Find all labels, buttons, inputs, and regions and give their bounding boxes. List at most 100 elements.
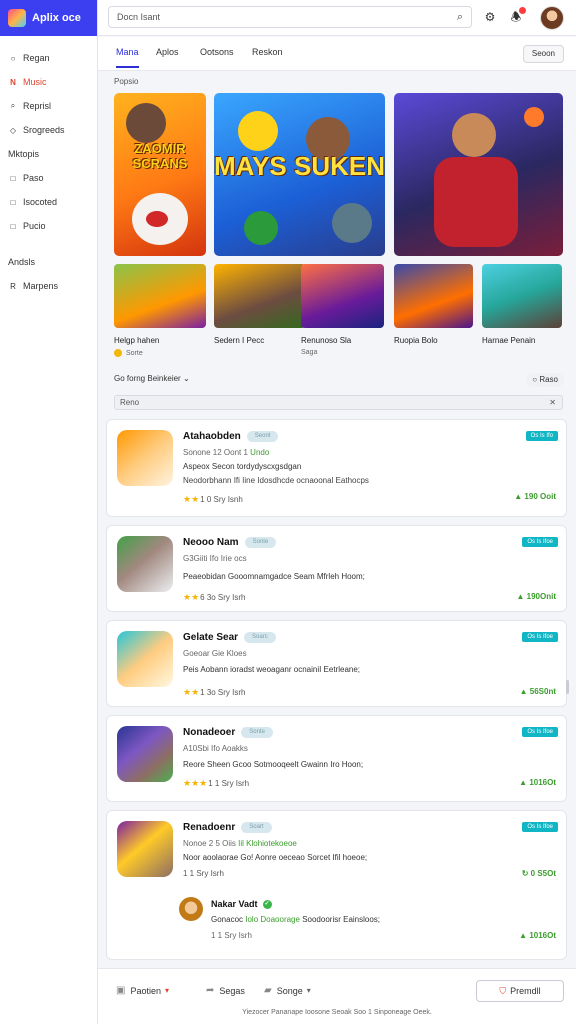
list-search-bar[interactable]: Reno ✕ — [114, 395, 563, 410]
list-item[interactable]: Neooo Nam Sonte G3Giiti Ifo Irie ocs Peae… — [106, 525, 567, 612]
tab-action-button[interactable]: Seoon — [522, 45, 564, 63]
download-count[interactable]: ▲ 190 Ooit — [514, 492, 556, 501]
brand-name: Aplix oce — [32, 12, 81, 24]
list-item[interactable]: Nonadeoer Sonte A10Sbi Ifo Aoakks Reore S… — [106, 715, 567, 802]
game-thumbnail — [394, 264, 473, 328]
rating: ★★ 1 0 Sry Isnh — [183, 494, 243, 505]
sidebar-nav: ○ Regan N Music ⌕ Reprisl ◇ Srogreeds Mk… — [0, 36, 97, 298]
sidebar-item-music[interactable]: N Music — [0, 70, 97, 94]
filter-label: Go forng Beinkeier — [114, 374, 181, 383]
tab-reskon[interactable]: Reskon — [252, 47, 283, 57]
bottom-action-label: Paotien — [130, 985, 161, 996]
sidebar-item-regan[interactable]: ○ Regan — [0, 46, 97, 70]
app-title-text: Gelate Sear — [183, 632, 239, 643]
list-item[interactable]: Atahaobden Seont Sonone 12 Oont 1 Undo As… — [106, 419, 567, 517]
bottom-bar: ▣ Paotien ▾ ➦ Segas ▰ Songe ▾ ⛉ Premdll Y… — [98, 968, 576, 1024]
notification-icon[interactable]: 🕭 — [508, 7, 526, 25]
rating-text: 1 1 Sry Isrh — [183, 869, 224, 878]
bottom-action-label: Segas — [219, 985, 245, 996]
featured-card-2[interactable]: MAYS SUKEN — [214, 93, 385, 256]
sidebar-item-marpens[interactable]: R Marpens — [0, 274, 97, 298]
reply-text-highlight: Iolo Doaoorage — [245, 915, 300, 924]
rating-text: 1 1 Sry Isrh — [208, 779, 250, 788]
settings-icon[interactable]: ⚙ — [482, 9, 498, 25]
list-item[interactable]: Renadoenr Soart Nonoe 2 5 Oiis Iil Klohio… — [106, 810, 567, 960]
thumb-icon: ▲ — [519, 687, 530, 696]
r-icon: R — [10, 281, 16, 291]
sidebar: Aplix oce ○ Regan N Music ⌕ Reprisl ◇ Sr… — [0, 0, 98, 1024]
app-meta: Goeoar Gie Kloes — [183, 649, 247, 658]
sidebar-item-label: Reprisl — [23, 101, 52, 111]
sidebar-item-label: Srogreeds — [23, 125, 65, 135]
game-sub-text: Saga — [301, 349, 318, 356]
tab-aplos[interactable]: Aplos — [156, 47, 179, 57]
character-art — [434, 157, 518, 247]
filter-dropdown[interactable]: Go forng Beinkeier ⌄ — [114, 374, 190, 383]
download-count[interactable]: ▲ 1016Ot — [519, 778, 556, 787]
game-tile[interactable]: Helgp hahen Sorte — [114, 264, 206, 357]
featured-card-3[interactable] — [394, 93, 563, 256]
download-count[interactable]: ▲ 56S0nt — [520, 687, 556, 696]
share-icon: ➦ — [206, 985, 215, 996]
close-icon[interactable]: ✕ — [549, 396, 556, 409]
report-button[interactable]: ⛉ Premdll — [476, 980, 564, 1002]
sidebar-item-andsls[interactable]: Andsls — [0, 250, 97, 274]
download-text: 56S0nt — [529, 687, 556, 696]
avatar[interactable] — [540, 6, 564, 30]
download-text: 190 Ooit — [524, 492, 556, 501]
thumb-icon: ▲ — [519, 778, 530, 787]
list-item[interactable]: Gelate Sear Soarc Goeoar Gie Kloes Peis A… — [106, 620, 567, 707]
app-meta: Sonone 12 Oont 1 Undo — [183, 448, 269, 457]
filter-toggle[interactable]: ○ Raso — [526, 373, 564, 387]
search-icon[interactable]: ⌕ — [457, 11, 463, 24]
app-icon — [117, 726, 173, 782]
tab-ootsons[interactable]: Ootsons — [200, 47, 234, 57]
sidebar-item-pucio[interactable]: □ Pucio — [0, 214, 97, 238]
tab-mana[interactable]: Mana — [116, 47, 139, 68]
chevron-down-icon: ▾ — [306, 986, 311, 995]
app-meta-text: Nonoe 2 5 Oiis — [183, 839, 239, 848]
refresh-icon: ↻ — [521, 869, 531, 878]
app-description: Peis Aobann ioradst weoaganr ocnainiI Ee… — [183, 665, 361, 674]
app-logo[interactable]: Aplix oce — [0, 0, 97, 36]
reply-download-count[interactable]: ▲ 1016Ot — [519, 931, 556, 940]
rating: ★★ 6 3o Sry Isrh — [183, 592, 246, 603]
app-description: Peaeobidan Gooomnamgadce Seam Mfrleh Hoo… — [183, 572, 365, 581]
fireball-art — [524, 107, 544, 127]
game-thumbnail — [301, 264, 384, 328]
category-tag: Os Is Ifoe — [522, 822, 558, 832]
list-search-text: Reno — [120, 398, 140, 407]
search-box: ⌕ — [108, 6, 472, 28]
thumb-icon: ▲ — [514, 492, 525, 501]
sidebar-item-srogreeds[interactable]: ◇ Srogreeds — [0, 118, 97, 142]
download-count[interactable]: ▲ 190Onit — [517, 592, 556, 601]
sidebar-item-mktopis[interactable]: Mktopis — [0, 142, 97, 166]
app-title-text: Atahaobden — [183, 431, 241, 442]
game-tile[interactable]: Renunoso Sla Saga — [301, 264, 384, 356]
star-icon: ★★★ — [183, 778, 208, 788]
sidebar-item-paso[interactable]: □ Paso — [0, 166, 97, 190]
sidebar-item-isocoted[interactable]: □ Isocoted — [0, 190, 97, 214]
download-count[interactable]: ↻ 0 S5Ot — [522, 869, 556, 878]
game-tile[interactable]: Ruopia Bolo — [394, 264, 473, 345]
scrollbar-thumb[interactable] — [566, 680, 569, 694]
game-tile[interactable]: Sedern I Pecc — [214, 264, 306, 345]
tag-icon: ◇ — [9, 125, 17, 135]
game-tile[interactable]: Harnae Penain — [482, 264, 562, 345]
report-button-label: Premdll — [510, 986, 541, 996]
category-tag: Os Is Ifoe — [522, 727, 558, 737]
featured-card-1[interactable]: ZAOMIR SCRANS — [114, 93, 206, 256]
sidebar-divider — [0, 238, 97, 250]
game-thumbnail — [114, 264, 206, 328]
bottom-action-segas[interactable]: ➦ Segas — [206, 985, 245, 996]
rating-text: 1 3o Sry Isrh — [200, 688, 246, 697]
search-input[interactable] — [109, 7, 429, 27]
sidebar-item-reprisl[interactable]: ⌕ Reprisl — [0, 94, 97, 118]
coin-icon — [114, 349, 122, 357]
game-name: Harnae Penain — [482, 336, 536, 345]
bottom-action-paotien[interactable]: ▣ Paotien ▾ — [116, 985, 169, 996]
app-title: Renadoenr Soart — [183, 822, 272, 833]
app-title: Nonadeoer Sonte — [183, 727, 273, 738]
bottom-action-songe[interactable]: ▰ Songe ▾ — [264, 985, 311, 996]
image-icon: ▣ — [116, 985, 126, 996]
